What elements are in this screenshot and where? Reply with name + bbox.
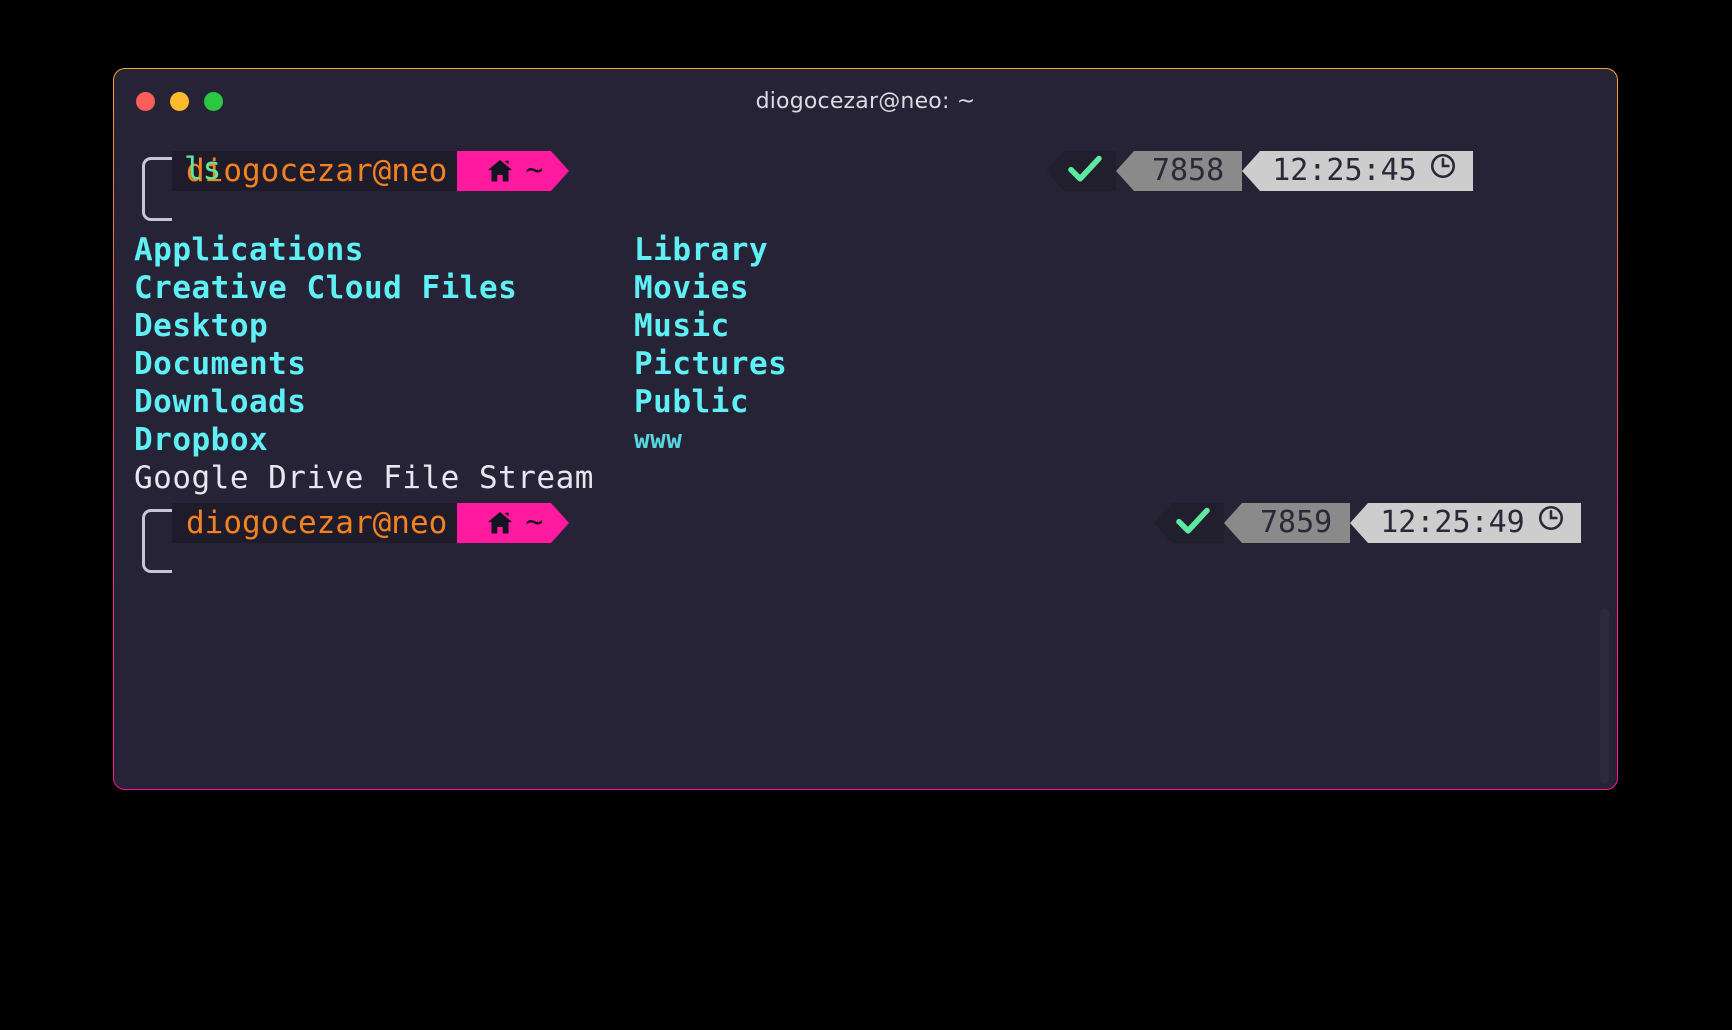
ls-entry: Documents <box>134 346 307 382</box>
ls-entry: Library <box>634 232 769 268</box>
ls-row: Downloads Public <box>134 383 1617 421</box>
ls-row: Desktop Music <box>134 307 1617 345</box>
ls-entry: Music <box>634 308 730 344</box>
ls-row: Applications Library <box>134 231 1617 269</box>
ls-entry: Creative Cloud Files <box>134 270 518 306</box>
ls-row: Dropbox www <box>134 421 1617 459</box>
prompt-line-1: diogocezar@neo ~ 7858 12:25:45 ls <box>114 151 1617 227</box>
window-title: diogocezar@neo: ~ <box>755 89 976 114</box>
terminal-inner: diogocezar@neo: ~ diogocezar@neo ~ 7858 … <box>114 69 1617 789</box>
ls-output: Applications Library Creative Cloud File… <box>134 231 1617 497</box>
command-echo-line-1: ls <box>114 151 1617 191</box>
ls-entry: Movies <box>634 270 749 306</box>
ls-entry: www <box>634 425 683 455</box>
ls-row: Google Drive File Stream <box>134 459 1617 497</box>
command-input-line-2[interactable] <box>114 503 1617 543</box>
titlebar[interactable]: diogocezar@neo: ~ <box>114 69 1617 131</box>
command-text-1: ls <box>184 151 222 187</box>
ls-entry: Public <box>634 384 749 420</box>
ls-row: Creative Cloud Files Movies <box>134 269 1617 307</box>
terminal-window[interactable]: diogocezar@neo: ~ diogocezar@neo ~ 7858 … <box>113 68 1618 790</box>
scrollbar[interactable] <box>1600 609 1609 784</box>
prompt-line-2: diogocezar@neo ~ 7859 12:25:49 <box>114 503 1617 579</box>
ls-entry: Pictures <box>634 346 788 382</box>
ls-row: Documents Pictures <box>134 345 1617 383</box>
ls-entry: Dropbox <box>134 422 269 458</box>
terminal-body[interactable]: diogocezar@neo ~ 7858 12:25:45 ls Applic… <box>114 131 1617 789</box>
ls-entry: Google Drive File Stream <box>134 460 594 496</box>
ls-entry: Applications <box>134 232 364 268</box>
ls-entry: Downloads <box>134 384 307 420</box>
ls-entry: Desktop <box>134 308 269 344</box>
